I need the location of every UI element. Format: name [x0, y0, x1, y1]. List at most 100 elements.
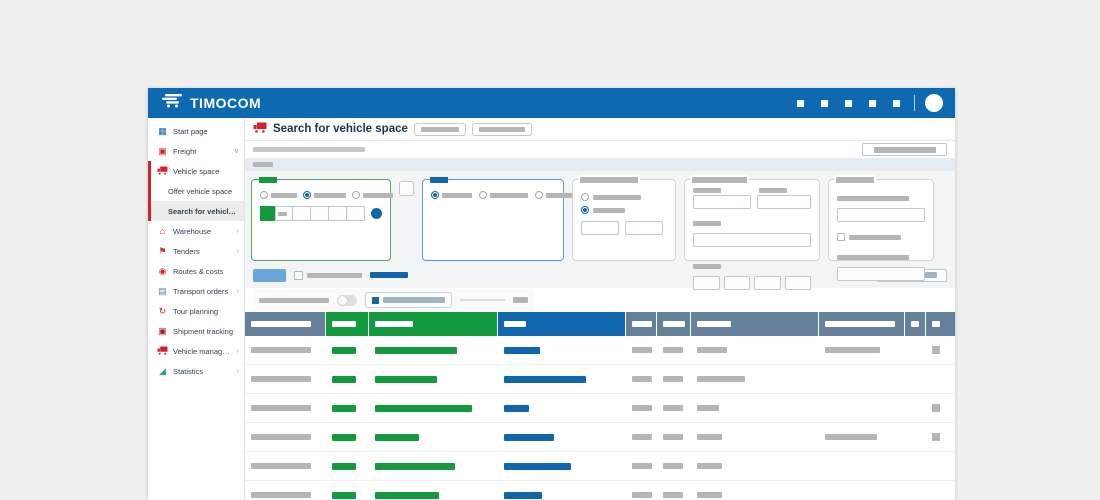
- text-input[interactable]: [757, 195, 811, 209]
- table-header-cell[interactable]: [626, 312, 656, 336]
- table-header-cell[interactable]: [369, 312, 497, 336]
- cell-value-placeholder: [332, 463, 356, 470]
- filter-section-header[interactable]: [245, 158, 955, 171]
- header-menu-icon[interactable]: [797, 100, 804, 107]
- sidebar-item-label: Tour planning: [173, 307, 218, 316]
- table-header-cell[interactable]: [691, 312, 818, 336]
- row-action-icon[interactable]: [932, 433, 940, 441]
- table-row[interactable]: [245, 481, 955, 500]
- title-action-button-2[interactable]: [472, 123, 532, 136]
- radio-button-selected[interactable]: [431, 191, 439, 199]
- toggle-switch[interactable]: [337, 295, 357, 306]
- header-menu-icon[interactable]: [893, 100, 900, 107]
- radio-button[interactable]: [260, 191, 268, 199]
- radio-option[interactable]: [479, 191, 528, 199]
- sidebar-item-transport-orders[interactable]: ▤Transport orders›: [148, 281, 244, 301]
- radio-button[interactable]: [535, 191, 543, 199]
- small-input[interactable]: [754, 276, 781, 290]
- segment-input[interactable]: [347, 206, 365, 221]
- table-cell: [691, 376, 818, 382]
- top-right-button[interactable]: [862, 143, 947, 156]
- radio-button-selected[interactable]: [303, 191, 311, 199]
- row-action-icon[interactable]: [932, 404, 940, 412]
- table-cell: [819, 434, 904, 440]
- text-input[interactable]: [693, 233, 811, 247]
- table-cell: [245, 434, 325, 440]
- view-options-button[interactable]: [365, 292, 452, 308]
- radio-button[interactable]: [581, 193, 589, 201]
- text-input[interactable]: [837, 208, 925, 222]
- radio-option[interactable]: [352, 191, 393, 199]
- table-row[interactable]: [245, 423, 955, 452]
- table-header-cell[interactable]: [657, 312, 690, 336]
- table-header-cell[interactable]: [819, 312, 904, 336]
- table-cell: [326, 376, 368, 383]
- title-action-button-1[interactable]: [414, 123, 466, 136]
- cell-value-placeholder: [663, 434, 683, 440]
- sidebar-item-warehouse[interactable]: ⌂Warehouse›: [148, 221, 244, 241]
- radio-option[interactable]: [260, 191, 297, 199]
- filter-panel-options: [828, 179, 934, 261]
- results-toolbar: [245, 288, 955, 312]
- user-avatar[interactable]: [925, 94, 943, 112]
- sidebar-item-freight[interactable]: ▣Freight∨: [148, 141, 244, 161]
- sidebar-item-offer-vehicle-space[interactable]: Offer vehicle space: [148, 181, 244, 201]
- radio-option[interactable]: [303, 191, 346, 199]
- table-header-cell[interactable]: [245, 312, 325, 336]
- reset-link[interactable]: [370, 272, 408, 278]
- sidebar-item-tenders[interactable]: ⚑Tenders›: [148, 241, 244, 261]
- panel-link-checkbox[interactable]: [399, 181, 414, 196]
- table-row[interactable]: [245, 365, 955, 394]
- sidebar-item-start-page[interactable]: ▦Start page: [148, 121, 244, 141]
- option-checkbox[interactable]: [837, 233, 845, 241]
- header-menu-icon[interactable]: [821, 100, 828, 107]
- blue-dot-indicator[interactable]: [371, 208, 382, 219]
- segment-input[interactable]: [329, 206, 347, 221]
- segment-input[interactable]: [275, 206, 293, 221]
- small-input[interactable]: [785, 276, 812, 290]
- radio-button-selected[interactable]: [581, 206, 589, 214]
- small-input[interactable]: [724, 276, 751, 290]
- radio-button[interactable]: [479, 191, 487, 199]
- sidebar-item-vehicle-management[interactable]: Vehicle management›: [148, 341, 244, 361]
- row-action-icon[interactable]: [932, 346, 940, 354]
- table-row[interactable]: [245, 336, 955, 365]
- table-cell: [691, 405, 818, 411]
- date-input[interactable]: [581, 221, 619, 235]
- table-row[interactable]: [245, 452, 955, 481]
- sidebar-item-search-for-vehicle-space[interactable]: Search for vehicle space: [148, 201, 244, 221]
- sidebar-item-tour-planning[interactable]: ↻Tour planning: [148, 301, 244, 321]
- date-input[interactable]: [625, 221, 663, 235]
- brand[interactable]: TIMOCOM: [160, 93, 261, 113]
- table-cell: [326, 347, 368, 354]
- sidebar-item-routes-costs[interactable]: ◉Routes & costs: [148, 261, 244, 281]
- filter-panel-vehicle: [684, 179, 820, 261]
- search-button[interactable]: [253, 269, 286, 282]
- segment-input[interactable]: [311, 206, 329, 221]
- table-header-cell[interactable]: [926, 312, 955, 336]
- sidebar-item-statistics[interactable]: ◢Statistics›: [148, 361, 244, 381]
- panel-tab-green: [259, 177, 277, 183]
- chart-icon: ◢: [157, 367, 168, 376]
- table-header-cell[interactable]: [326, 312, 368, 336]
- cell-value-placeholder: [632, 376, 652, 382]
- table-header-cell[interactable]: [498, 312, 625, 336]
- table-row[interactable]: [245, 394, 955, 423]
- segment-input[interactable]: [293, 206, 311, 221]
- radio-button[interactable]: [352, 191, 360, 199]
- text-input[interactable]: [837, 267, 925, 281]
- cell-value-placeholder: [332, 347, 356, 354]
- table-header-cell[interactable]: [905, 312, 925, 336]
- header-menu-icon[interactable]: [869, 100, 876, 107]
- save-search-option[interactable]: [294, 271, 362, 280]
- sidebar-item-vehicle-space[interactable]: Vehicle space: [148, 161, 244, 181]
- cell-value-placeholder: [697, 463, 722, 469]
- text-input[interactable]: [693, 195, 751, 209]
- radio-option[interactable]: [431, 191, 472, 199]
- action-checkbox[interactable]: [294, 271, 303, 280]
- sidebar-item-shipment-tracking[interactable]: ▣Shipment tracking: [148, 321, 244, 341]
- header-menu-icon[interactable]: [845, 100, 852, 107]
- small-input[interactable]: [693, 276, 720, 290]
- panel-tab-blue: [430, 177, 448, 183]
- panel-legend-placeholder: [580, 177, 638, 183]
